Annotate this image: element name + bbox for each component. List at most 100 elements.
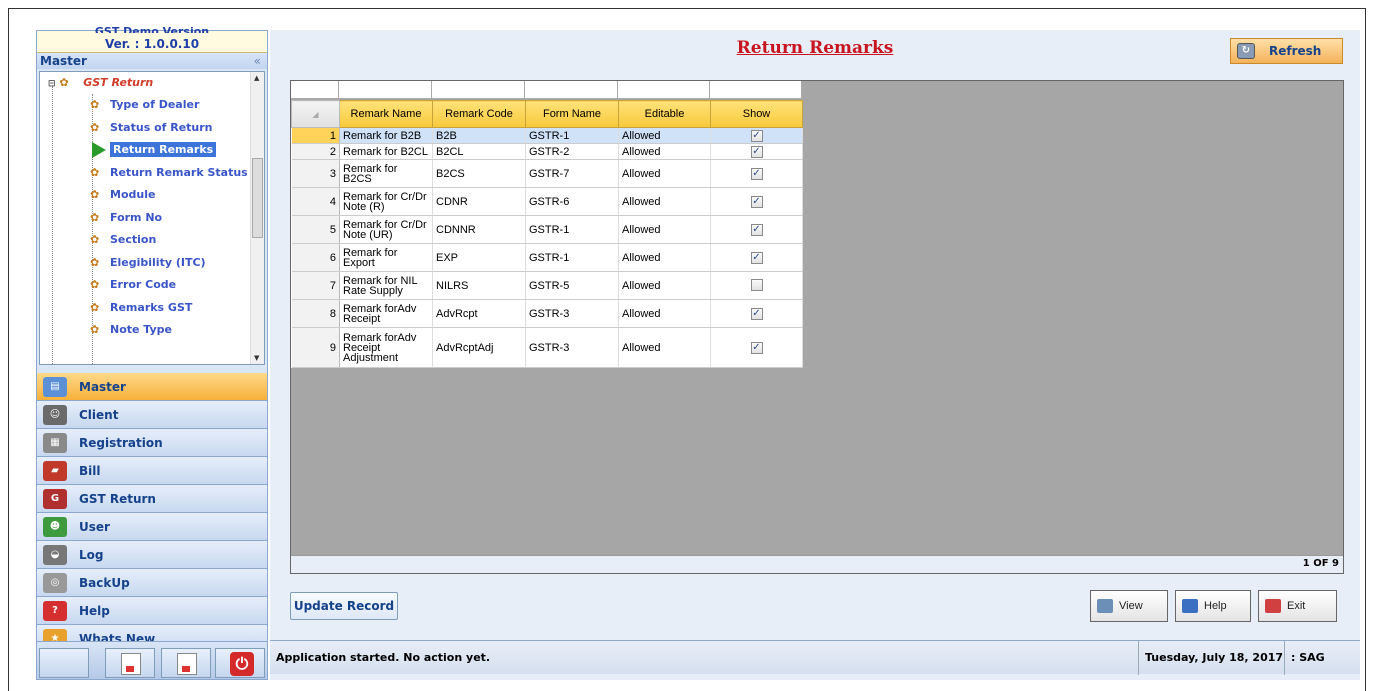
tree-root-gst-return[interactable]: ⊟ ✿ GST Return	[48, 74, 153, 92]
row-number-cell[interactable]: 6	[291, 243, 340, 272]
column-header[interactable]: Show	[710, 100, 803, 128]
remark-code-cell[interactable]: AdvRcpt	[432, 299, 526, 328]
refresh-button[interactable]: ↻ Refresh	[1230, 38, 1343, 64]
editable-cell[interactable]: Allowed	[618, 243, 711, 272]
power-button[interactable]: ⏻	[215, 648, 265, 678]
column-header[interactable]: Remark Code	[432, 100, 526, 128]
tree-item[interactable]: ✿ Type of Dealer	[90, 96, 199, 114]
nav-item[interactable]: ? Help	[37, 597, 267, 625]
scroll-down-icon[interactable]: ▼	[254, 354, 259, 362]
filter-cell[interactable]	[710, 81, 802, 99]
remark-code-cell[interactable]: CDNNR	[432, 215, 526, 244]
row-number-cell[interactable]: 9	[291, 327, 340, 368]
editable-cell[interactable]: Allowed	[618, 327, 711, 368]
column-header[interactable]: Form Name	[525, 100, 619, 128]
form-name-cell[interactable]: GSTR-1	[525, 243, 619, 272]
tree-item[interactable]: ✿ Elegibility (ITC)	[90, 254, 206, 272]
nav-item[interactable]: ☻ User	[37, 513, 267, 541]
remark-code-cell[interactable]: EXP	[432, 243, 526, 272]
filter-cell[interactable]	[339, 81, 432, 99]
form-name-cell[interactable]: GSTR-1	[525, 127, 619, 144]
show-checkbox[interactable]: ✓	[750, 223, 763, 236]
remark-name-cell[interactable]: Remark for Cr/Dr Note (UR)	[339, 215, 433, 244]
row-number-cell[interactable]: 5	[291, 215, 340, 244]
minimize-panel-button[interactable]	[105, 648, 155, 678]
remark-code-cell[interactable]: B2CL	[432, 143, 526, 160]
row-number-cell[interactable]: 2	[291, 143, 340, 160]
collapse-icon[interactable]: «	[254, 53, 261, 69]
form-name-cell[interactable]: GSTR-5	[525, 271, 619, 300]
row-number-cell[interactable]: 4	[291, 187, 340, 216]
remark-name-cell[interactable]: Remark for Cr/Dr Note (R)	[339, 187, 433, 216]
column-header[interactable]: Editable	[618, 100, 711, 128]
tree-item[interactable]: ✿ Section	[90, 231, 156, 249]
show-checkbox[interactable]: ✓	[750, 341, 763, 354]
nav-item[interactable]: ▰ Bill	[37, 457, 267, 485]
nav-item[interactable]: ◒ Log	[37, 541, 267, 569]
table-row[interactable]: 5 Remark for Cr/Dr Note (UR) CDNNR GSTR-1 Al…	[291, 215, 803, 244]
editable-cell[interactable]: Allowed	[618, 143, 711, 160]
nav-item[interactable]: G GST Return	[37, 485, 267, 513]
show-checkbox[interactable]: ✓	[750, 167, 763, 180]
minimize-window-button[interactable]	[161, 648, 211, 678]
tree-item[interactable]: ✿ Status of Return	[90, 119, 213, 137]
editable-cell[interactable]: Allowed	[618, 159, 711, 188]
table-row[interactable]: 1 Remark for B2B B2B GSTR-1 Allowed ✓	[291, 127, 803, 144]
row-number-cell[interactable]: 3	[291, 159, 340, 188]
tree-item[interactable]: ✿ Form No	[90, 209, 162, 227]
remark-code-cell[interactable]: B2B	[432, 127, 526, 144]
editable-cell[interactable]: Allowed	[618, 299, 711, 328]
filter-cell[interactable]	[618, 81, 710, 99]
row-number-cell[interactable]: 8	[291, 299, 340, 328]
form-name-cell[interactable]: GSTR-2	[525, 143, 619, 160]
tree-item[interactable]: ✿ Return Remark Status	[90, 164, 248, 182]
table-row[interactable]: 6 Remark for Export EXP GSTR-1 Allowed ✓	[291, 243, 803, 272]
tree-item[interactable]: ✿ Remarks GST	[90, 299, 192, 317]
table-row[interactable]: 9 Remark forAdv Receipt Adjustment AdvRcpt…	[291, 327, 803, 368]
table-row[interactable]: 8 Remark forAdv Receipt AdvRcpt GSTR-3 Allow…	[291, 299, 803, 328]
help-button[interactable]: Help	[1175, 590, 1251, 622]
editable-cell[interactable]: Allowed	[618, 187, 711, 216]
row-number-cell[interactable]: 7	[291, 271, 340, 300]
remark-code-cell[interactable]: CDNR	[432, 187, 526, 216]
tree-item[interactable]: Return Remarks	[90, 141, 217, 159]
remark-name-cell[interactable]: Remark for B2CS	[339, 159, 433, 188]
nav-item[interactable]: ◎ BackUp	[37, 569, 267, 597]
remark-code-cell[interactable]: B2CS	[432, 159, 526, 188]
table-row[interactable]: 3 Remark for B2CS B2CS GSTR-7 Allowed ✓	[291, 159, 803, 188]
tree-item[interactable]: ✿ Note Type	[90, 321, 172, 339]
remark-name-cell[interactable]: Remark for B2CL	[339, 143, 433, 160]
form-name-cell[interactable]: GSTR-3	[525, 299, 619, 328]
update-record-button[interactable]: Update Record	[290, 592, 398, 620]
form-name-cell[interactable]: GSTR-7	[525, 159, 619, 188]
remark-code-cell[interactable]: NILRS	[432, 271, 526, 300]
collapse-tree-icon[interactable]: ⊟	[48, 79, 56, 89]
show-checkbox[interactable]	[750, 278, 763, 291]
nav-item[interactable]: ▦ Registration	[37, 429, 267, 457]
remark-code-cell[interactable]: AdvRcptAdj	[432, 327, 526, 368]
table-row[interactable]: 7 Remark for NIL Rate Supply NILRS GSTR-5 Al…	[291, 271, 803, 300]
form-name-cell[interactable]: GSTR-1	[525, 215, 619, 244]
view-button[interactable]: View	[1090, 590, 1168, 622]
remark-name-cell[interactable]: Remark forAdv Receipt	[339, 299, 433, 328]
form-name-cell[interactable]: GSTR-3	[525, 327, 619, 368]
form-name-cell[interactable]: GSTR-6	[525, 187, 619, 216]
tree-item[interactable]: ✿ Module	[90, 186, 155, 204]
corner-header[interactable]: ◢	[291, 100, 340, 128]
scroll-up-icon[interactable]: ▲	[254, 74, 259, 82]
remark-name-cell[interactable]: Remark for NIL Rate Supply	[339, 271, 433, 300]
column-header[interactable]: Remark Name	[339, 100, 433, 128]
nav-blank-button[interactable]	[39, 648, 89, 678]
show-checkbox[interactable]: ✓	[750, 251, 763, 264]
editable-cell[interactable]: Allowed	[618, 271, 711, 300]
nav-item[interactable]: ▤ Master	[37, 373, 267, 401]
table-row[interactable]: 4 Remark for Cr/Dr Note (R) CDNR GSTR-6 Allo…	[291, 187, 803, 216]
tree-scrollbar[interactable]: ▲ ▼	[250, 72, 264, 364]
nav-item[interactable]: ☺ Client	[37, 401, 267, 429]
tree-item[interactable]: ✿ Error Code	[90, 276, 176, 294]
remark-name-cell[interactable]: Remark for Export	[339, 243, 433, 272]
remark-name-cell[interactable]: Remark for B2B	[339, 127, 433, 144]
remark-name-cell[interactable]: Remark forAdv Receipt Adjustment	[339, 327, 433, 368]
scroll-thumb[interactable]	[252, 158, 263, 238]
show-checkbox[interactable]: ✓	[750, 307, 763, 320]
